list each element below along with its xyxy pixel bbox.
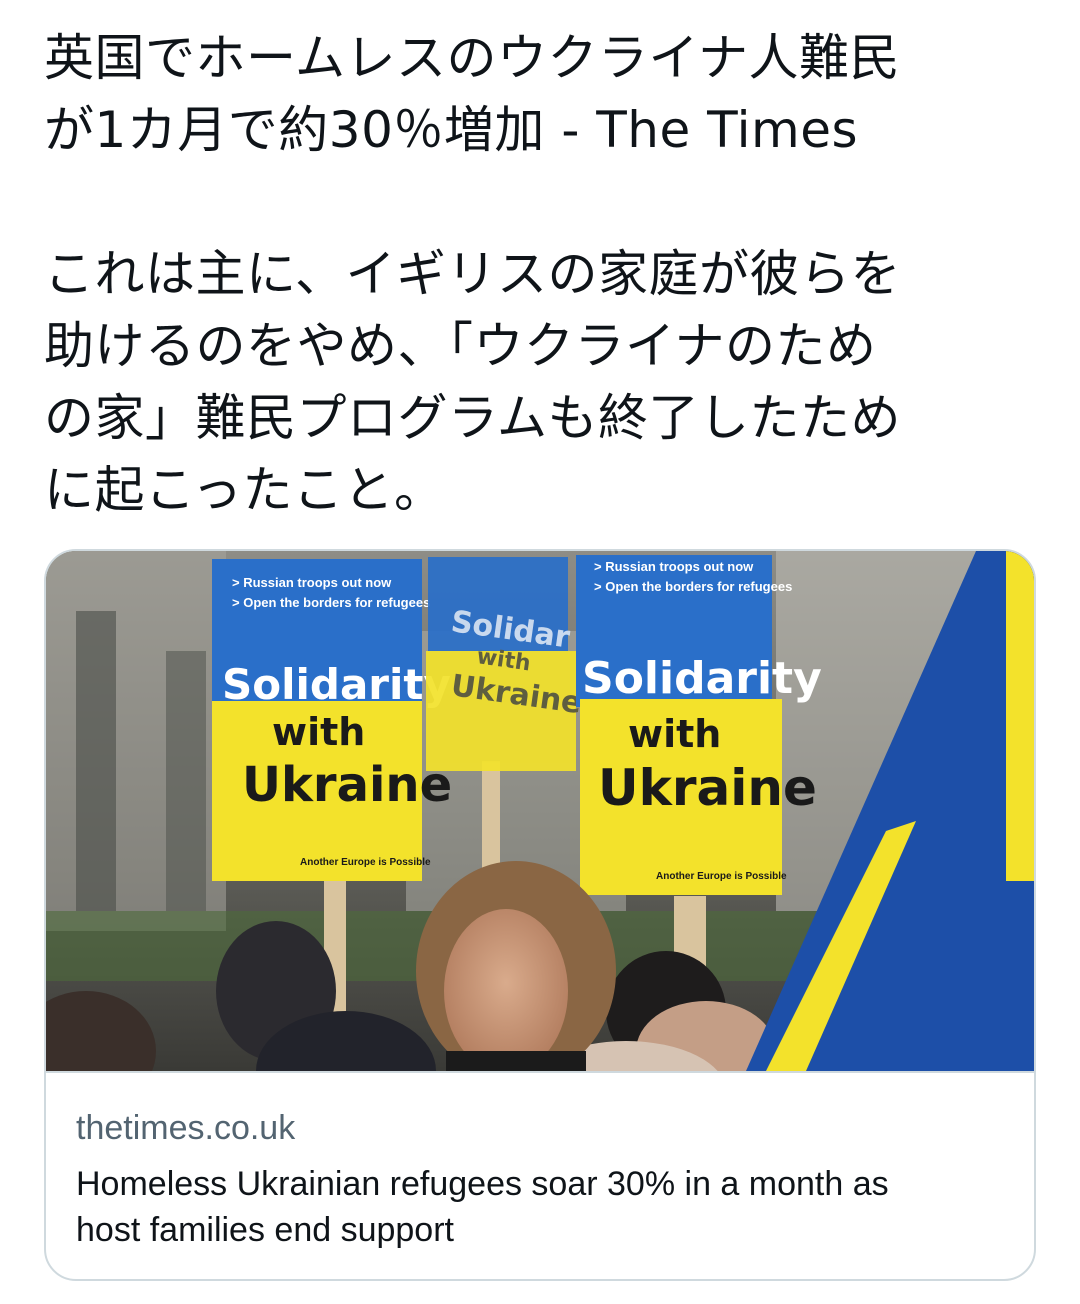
link-preview-image[interactable]: > Russian troops out now > Open the bord…: [46, 551, 1034, 1071]
link-preview-card[interactable]: > Russian troops out now > Open the bord…: [44, 549, 1036, 1281]
link-title-line: Homeless Ukrainian refugees soar 30% in …: [76, 1165, 889, 1203]
sign-right-headline3: Ukraine: [598, 759, 817, 817]
sign-left-footer: Another Europe is Possible: [300, 857, 431, 868]
tweet-line: が1カ月で約30％増加 - The Times: [44, 101, 859, 159]
sign-left-headline3: Ukraine: [242, 757, 452, 813]
sign-left: > Russian troops out now > Open the bord…: [212, 559, 452, 881]
sign-left-line1: > Russian troops out now: [232, 575, 392, 590]
link-title: Homeless Ukrainian refugees soar 30% in …: [76, 1161, 996, 1253]
link-title-line: host families end support: [76, 1211, 454, 1249]
tweet-line: の家」難民プログラムも終了したため: [44, 389, 901, 447]
card-divider: [46, 1071, 1034, 1073]
tweet-text: 英国でホームレスのウクライナ人難民 が1カ月で約30％増加 - The Time…: [44, 22, 1044, 526]
tweet-line: 助けるのをやめ、「ウクライナのため: [44, 317, 877, 375]
tweet-line: に起こったこと。: [44, 461, 445, 519]
tweet-line: 英国でホームレスのウクライナ人難民: [44, 29, 900, 87]
sign-left-headline2: with: [272, 710, 365, 754]
sign-right-footer: Another Europe is Possible: [656, 871, 787, 882]
sign-right-headline2: with: [628, 712, 721, 756]
link-domain: thetimes.co.uk: [76, 1109, 296, 1147]
sign-left-headline1: Solidarity: [222, 660, 451, 709]
tweet-line: これは主に、イギリスの家庭が彼らを: [44, 245, 901, 303]
sign-left-line2: > Open the borders for refugees: [232, 595, 430, 610]
sign-middle: Solidar with Ukraine: [426, 557, 584, 771]
sign-right-line1: > Russian troops out now: [594, 559, 754, 574]
sign-right-line2: > Open the borders for refugees: [594, 579, 792, 594]
sign-right-headline1: Solidarity: [582, 653, 822, 704]
